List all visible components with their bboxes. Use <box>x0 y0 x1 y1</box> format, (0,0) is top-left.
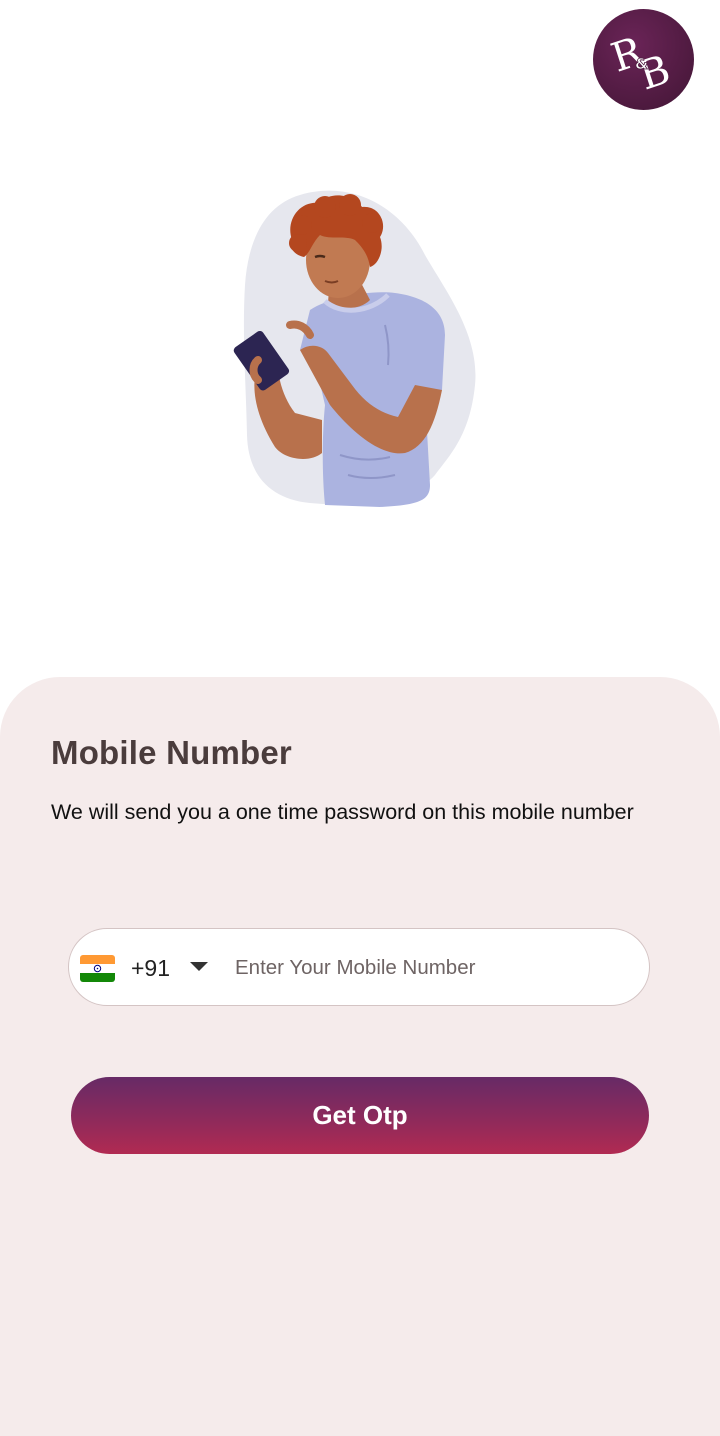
person-using-phone-illustration <box>233 190 476 507</box>
country-dropdown-caret-icon[interactable] <box>190 962 208 971</box>
brand-logo: R B & <box>593 9 694 110</box>
get-otp-button[interactable]: Get Otp <box>71 1077 649 1154</box>
otp-description: We will send you a one time password on … <box>51 800 634 824</box>
india-flag-icon[interactable] <box>80 955 115 982</box>
country-dial-code[interactable]: +91 <box>131 955 170 982</box>
login-screen: R B & Mobile Number We will send you a o… <box>0 0 720 1436</box>
svg-text:&: & <box>635 55 648 73</box>
phone-number-field[interactable]: +91 <box>68 928 650 1006</box>
login-panel <box>0 677 720 1436</box>
mobile-number-input[interactable] <box>235 949 625 987</box>
logo-monogram-icon: R B & <box>606 28 676 100</box>
page-title: Mobile Number <box>51 734 292 771</box>
